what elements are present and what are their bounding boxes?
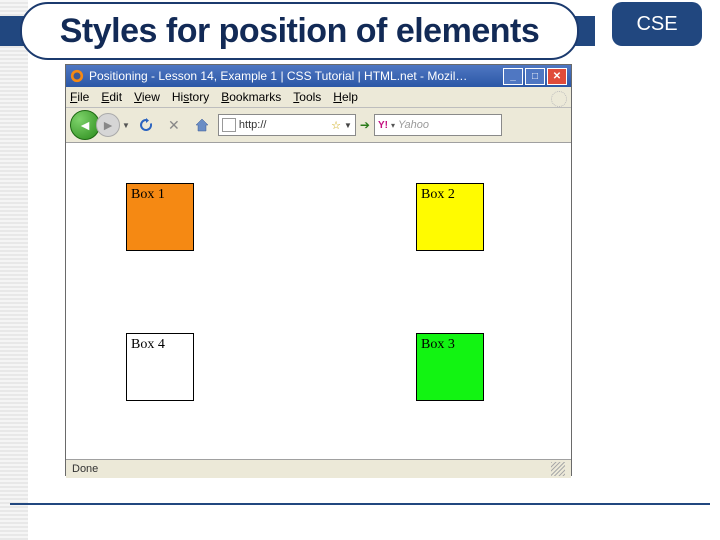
search-dropdown-icon[interactable]: ▾ [391,121,395,130]
menu-file[interactable]: File [70,90,89,104]
forward-button[interactable]: ► [96,113,120,137]
box-3-label: Box 3 [421,337,455,352]
resize-grip-icon[interactable] [551,462,565,476]
url-text: http:// [239,119,328,131]
page-icon [222,118,236,132]
decorative-stripe [0,0,28,540]
menu-view[interactable]: View [134,90,160,104]
yahoo-icon[interactable]: Y! [378,120,388,131]
course-badge: CSE [612,2,702,46]
window-buttons: _ □ ✕ [503,68,567,85]
menu-edit[interactable]: Edit [101,90,122,104]
browser-window: Positioning - Lesson 14, Example 1 | CSS… [65,64,572,476]
box-1: Box 1 [126,183,194,251]
navigation-toolbar: ◄ ► ▼ ✕ http:// ☆ ▼ ➔ Y! ▾ Yahoo [66,108,571,143]
course-badge-text: CSE [636,13,677,36]
box-3: Box 3 [416,333,484,401]
url-dropdown-icon[interactable]: ▼ [344,121,352,130]
home-button[interactable] [193,116,211,134]
activity-throbber-icon [551,91,567,107]
page-viewport: Box 1 Box 2 Box 4 Box 3 [66,143,571,459]
go-button-icon[interactable]: ➔ [360,118,370,132]
stop-button[interactable]: ✕ [165,116,183,134]
arrow-left-icon: ◄ [78,117,92,133]
menu-bookmarks[interactable]: Bookmarks [221,90,281,104]
slide-title-banner: Styles for position of elements [20,2,579,60]
menu-history[interactable]: History [172,90,209,104]
menu-tools[interactable]: Tools [293,90,321,104]
slide-title: Styles for position of elements [60,12,539,51]
history-dropdown-icon[interactable]: ▼ [122,121,130,130]
address-bar[interactable]: http:// ☆ ▼ [218,114,356,136]
firefox-icon [70,69,84,83]
box-4: Box 4 [126,333,194,401]
status-bar: Done [66,459,571,478]
maximize-button[interactable]: □ [525,68,545,85]
search-bar[interactable]: Y! ▾ Yahoo [374,114,502,136]
window-title-text: Positioning - Lesson 14, Example 1 | CSS… [89,69,503,83]
bookmark-star-icon[interactable]: ☆ [331,119,341,132]
close-button[interactable]: ✕ [547,68,567,85]
menu-help[interactable]: Help [333,90,358,104]
box-2-label: Box 2 [421,187,455,202]
reload-button[interactable] [137,116,155,134]
footer-rule [10,503,710,505]
box-4-label: Box 4 [131,337,165,352]
box-1-label: Box 1 [131,187,165,202]
search-placeholder: Yahoo [398,119,498,131]
window-titlebar[interactable]: Positioning - Lesson 14, Example 1 | CSS… [66,65,571,87]
arrow-right-icon: ► [101,117,115,133]
box-2: Box 2 [416,183,484,251]
minimize-button[interactable]: _ [503,68,523,85]
back-forward-cluster: ◄ ► ▼ [70,110,130,140]
menu-bar: File Edit View History Bookmarks Tools H… [66,87,571,108]
status-text: Done [72,463,98,475]
